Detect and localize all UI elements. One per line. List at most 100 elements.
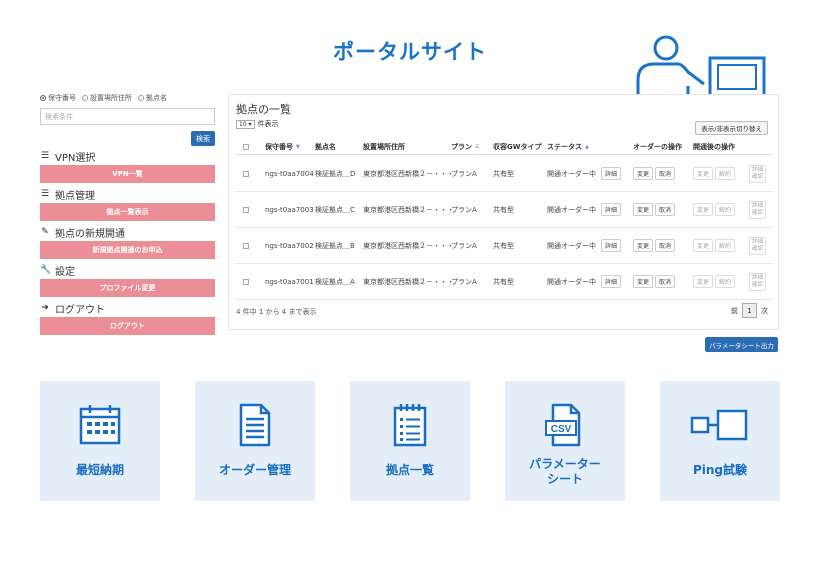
order-cancel-button[interactable]: 取消 [655,275,676,288]
tile-label: パラメーター シート [505,457,625,487]
section-settings: 🔧 設定 [40,265,75,278]
row-checkbox[interactable] [243,206,249,213]
cell-plan: プランA [451,277,477,286]
tile-ping-test[interactable]: Ping試験 [660,381,780,501]
detail-button[interactable]: 詳細 [601,239,622,252]
wrench-icon: 🔧 [40,265,52,275]
detail-button[interactable]: 詳細 [601,275,622,288]
cell-gw-type: 共有型 [493,241,514,250]
terminate-button[interactable]: 解約 [715,167,736,180]
table-row: ngs-t0aa7001 検証拠点＿A 東京都港区西新橋２－・・・ プランA 共… [235,264,773,300]
new-site-apply-button[interactable]: 新規拠点開通のお申込 [40,241,215,259]
svg-text:CSV: CSV [551,424,572,435]
detail-check-button[interactable]: 詳細 確認 [749,164,767,183]
tile-label: 拠点一覧 [385,463,434,477]
tile-site-list[interactable]: 拠点一覧 [350,381,470,501]
vpn-list-button[interactable]: VPN一覧 [40,165,215,183]
cell-address: 東京都港区西新橋２－・・・ [363,205,454,214]
cell-plan: プランA [451,241,477,250]
header-status[interactable]: ステータス ▲ [547,139,589,155]
cell-status: 開通オーダー中 [547,277,596,286]
detail-button[interactable]: 詳細 [601,203,622,216]
radio-site-name[interactable]: 拠点名 [138,93,167,103]
tile-parameter-sheet[interactable]: CSV パラメーター シート [505,381,625,501]
ping-icon [690,409,748,441]
per-page-select[interactable]: 10 ▾ [236,119,255,129]
cell-name: 検証拠点＿B [315,241,355,250]
order-cancel-button[interactable]: 取消 [655,239,676,252]
cell-address: 東京都港区西新橋２－・・・ [363,169,454,178]
header-post-actions: 開通後の操作 [693,143,735,151]
header-id[interactable]: 保守番号 ▼ [265,139,300,155]
cell-name: 検証拠点＿A [315,277,355,286]
cell-id: ngs-t0aa7001 [265,277,314,286]
radio-maintenance-number[interactable]: 保守番号 [40,93,76,103]
row-checkbox[interactable] [243,242,249,249]
pager-current[interactable]: 1 [742,303,757,318]
cell-gw-type: 共有型 [493,169,514,178]
logout-button[interactable]: ログアウト [40,317,215,335]
row-checkbox[interactable] [243,278,249,285]
post-change-button[interactable]: 変更 [693,167,714,180]
select-all-checkbox[interactable] [243,144,249,150]
order-change-button[interactable]: 変更 [633,275,654,288]
terminate-button[interactable]: 解約 [715,203,736,216]
table-row: ngs-t0aa7002 検証拠点＿B 東京都港区西新橋２－・・・ プランA 共… [235,228,773,264]
pager-next[interactable]: 次 [761,306,768,316]
header-order-actions: オーダーの操作 [633,143,682,151]
table-row: ngs-t0aa7004 検証拠点＿D 東京都港区西新橋２－・・・ プランA 共… [235,156,773,192]
tile-shortest-delivery[interactable]: 最短納期 [40,381,160,501]
cell-name: 検証拠点＿C [315,205,355,214]
site-list-button[interactable]: 拠点一覧表示 [40,203,215,221]
cell-id: ngs-t0aa7002 [265,241,314,250]
detail-check-button[interactable]: 詳細 確認 [749,200,767,219]
cell-id: ngs-t0aa7003 [265,205,314,214]
cell-status: 開通オーダー中 [547,241,596,250]
post-change-button[interactable]: 変更 [693,275,714,288]
post-change-button[interactable]: 変更 [693,239,714,252]
cell-status: 開通オーダー中 [547,205,596,214]
header-name[interactable]: 拠点名 [315,139,336,155]
order-change-button[interactable]: 変更 [633,167,654,180]
order-change-button[interactable]: 変更 [633,239,654,252]
tile-order-management[interactable]: オーダー管理 [195,381,315,501]
column-toggle-button[interactable]: 表示/非表示切り替え [695,121,768,135]
header-gw-type[interactable]: 収容GWタイプ [493,139,541,155]
logout-icon: ➜ [41,303,49,313]
header-plan[interactable]: プラン ☰ [451,139,479,155]
pagination: 前 1 次 [731,303,768,318]
section-vpn: ☰ VPN選択 [40,151,96,164]
site-list-panel: 拠点の一覧 10 ▾ 件表示 表示/非表示切り替え 保守番号 ▼ 拠点名 設置場所… [228,94,779,330]
search-type-radios: 保守番号 設置場所住所 拠点名 [40,92,215,104]
table-info: 4 件中 1 から 4 まで表示 [236,308,317,316]
detail-check-button[interactable]: 詳細 確認 [749,236,767,255]
section-new-site: ✎ 拠点の新規開通 [41,227,125,240]
terminate-button[interactable]: 解約 [715,239,736,252]
search-input[interactable]: 検索条件 [40,108,215,125]
row-checkbox[interactable] [243,170,249,177]
terminate-button[interactable]: 解約 [715,275,736,288]
parameter-sheet-export-button[interactable]: パラメータシート出力 [705,337,778,352]
cell-name: 検証拠点＿D [315,169,356,178]
cell-id: ngs-t0aa7004 [265,169,314,178]
section-site-management: ☰ 拠点管理 [40,189,95,202]
calendar-icon [79,405,121,445]
pager-prev[interactable]: 前 [731,306,738,316]
per-page-control: 10 ▾ 件表示 [236,119,279,129]
order-cancel-button[interactable]: 取消 [655,203,676,216]
header-address[interactable]: 設置場所住所 [363,139,405,155]
tile-label-line1: パラメーター [529,457,601,471]
cell-gw-type: 共有型 [493,277,514,286]
panel-title: 拠点の一覧 [236,103,291,116]
order-cancel-button[interactable]: 取消 [655,167,676,180]
detail-button[interactable]: 詳細 [601,167,622,180]
list-icon: ☰ [40,189,50,199]
post-change-button[interactable]: 変更 [693,203,714,216]
list-icon: ☰ [40,151,50,161]
order-change-button[interactable]: 変更 [633,203,654,216]
search-button[interactable]: 検索 [191,131,215,146]
detail-check-button[interactable]: 詳細 確認 [749,272,767,291]
csv-icon: CSV [545,403,581,447]
radio-address[interactable]: 設置場所住所 [82,93,132,103]
profile-change-button[interactable]: プロファイル変更 [40,279,215,297]
